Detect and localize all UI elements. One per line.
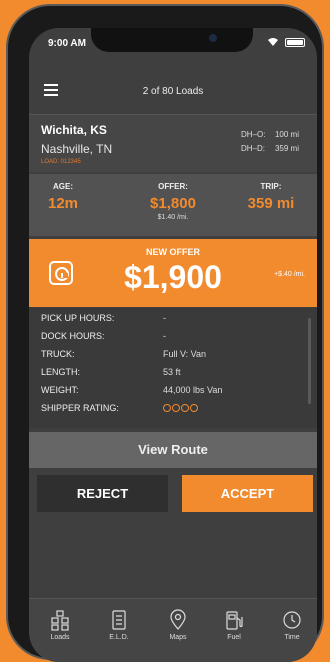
rate-change: +$.40 /mi. [274, 271, 305, 278]
trip-stat: TRIP: 359 mi [241, 182, 301, 212]
load-stats: AGE: 12m OFFER: $1,800 $1.40 /mi. TRIP: … [29, 174, 317, 236]
load-counter: 2 of 80 Loads [142, 86, 204, 97]
top-nav: 2 of 80 Loads [29, 70, 317, 110]
detail-label: TRUCK: [41, 349, 75, 359]
age-value: 12m [47, 195, 79, 212]
dh-o-value: 100 mi [274, 130, 299, 139]
tab-eld[interactable]: E.L.D. [94, 609, 144, 641]
tab-loads[interactable]: Loads [35, 609, 85, 641]
status-bar: 9:00 AM [29, 28, 317, 58]
accept-button[interactable]: ACCEPT [182, 475, 313, 512]
deadhead-origin: DH–O: 100 mi [241, 130, 299, 139]
tab-label: Loads [50, 634, 70, 641]
rating-icon [172, 404, 180, 412]
tab-label: Fuel [227, 634, 241, 641]
tab-label: Time [284, 634, 300, 641]
bottom-tab-bar: Loads E.L.D. Maps Fuel Time [29, 598, 317, 662]
offer-stat: OFFER: $1,800 $1.40 /mi. [143, 182, 203, 221]
deadhead-destination: DH–D: 359 mi [241, 144, 299, 153]
phone-frame: 9:00 AM 2 of 80 Loads Wichita, KS Nashvi… [6, 4, 324, 662]
tab-maps[interactable]: Maps [153, 609, 203, 641]
offer-value: $1,800 [150, 195, 196, 212]
rating-icon [190, 404, 198, 412]
status-time: 9:00 AM [48, 38, 86, 49]
detail-label: DOCK HOURS: [41, 331, 105, 341]
fuel-pump-icon [226, 611, 243, 630]
trip-label: TRIP: [260, 182, 282, 191]
view-route-button[interactable]: View Route [29, 432, 317, 468]
rating-icon [163, 404, 171, 412]
trip-value: 359 mi [247, 195, 295, 212]
destination-city: Nashville, TN [41, 142, 113, 156]
age-stat: AGE: 12m [43, 182, 83, 212]
detail-label: SHIPPER RATING: [41, 403, 119, 413]
offer-rate: $1.40 /mi. [157, 214, 189, 221]
loads-icon [51, 610, 69, 631]
load-details: PICK UP HOURS: - DOCK HOURS: - TRUCK: Fu… [29, 308, 317, 428]
dh-o-label: DH–O: [240, 130, 266, 139]
reject-button[interactable]: REJECT [37, 475, 168, 512]
clock-icon [283, 611, 301, 629]
origin-city: Wichita, KS [41, 123, 107, 137]
detail-value: 44,000 lbs Van [163, 385, 223, 395]
detail-value: - [163, 313, 166, 323]
load-summary: Wichita, KS Nashville, TN LOAD: 012345 D… [29, 114, 317, 172]
dh-d-value: 359 mi [274, 144, 299, 153]
age-label: AGE: [53, 182, 73, 191]
battery-icon [285, 37, 305, 47]
tab-label: E.L.D. [109, 634, 129, 641]
detail-label: PICK UP HOURS: [41, 313, 115, 323]
map-pin-icon [170, 609, 186, 630]
shipper-rating [163, 404, 198, 412]
detail-value: - [163, 331, 166, 341]
tab-label: Maps [169, 634, 187, 641]
offer-label: OFFER: [158, 182, 188, 191]
dh-d-label: DH–D: [240, 144, 265, 153]
detail-label: LENGTH: [41, 367, 81, 377]
rating-icon [181, 404, 189, 412]
tab-fuel[interactable]: Fuel [209, 609, 259, 641]
notch [91, 28, 253, 52]
detail-value: Full V: Van [163, 349, 207, 359]
new-offer-banner[interactable]: NEW OFFER $1,900 +$.40 /mi. [29, 239, 317, 307]
camera-icon [209, 34, 217, 42]
new-offer-label: NEW OFFER [146, 247, 200, 257]
detail-label: WEIGHT: [41, 385, 79, 395]
detail-value: 53 ft [163, 367, 181, 377]
eld-icon [112, 610, 126, 630]
tab-time[interactable]: Time [267, 609, 317, 641]
load-id: LOAD: 012345 [41, 159, 81, 165]
app-screen: 9:00 AM 2 of 80 Loads Wichita, KS Nashvi… [29, 28, 317, 662]
details-scrollbar[interactable] [308, 318, 311, 404]
wifi-icon [268, 38, 278, 46]
